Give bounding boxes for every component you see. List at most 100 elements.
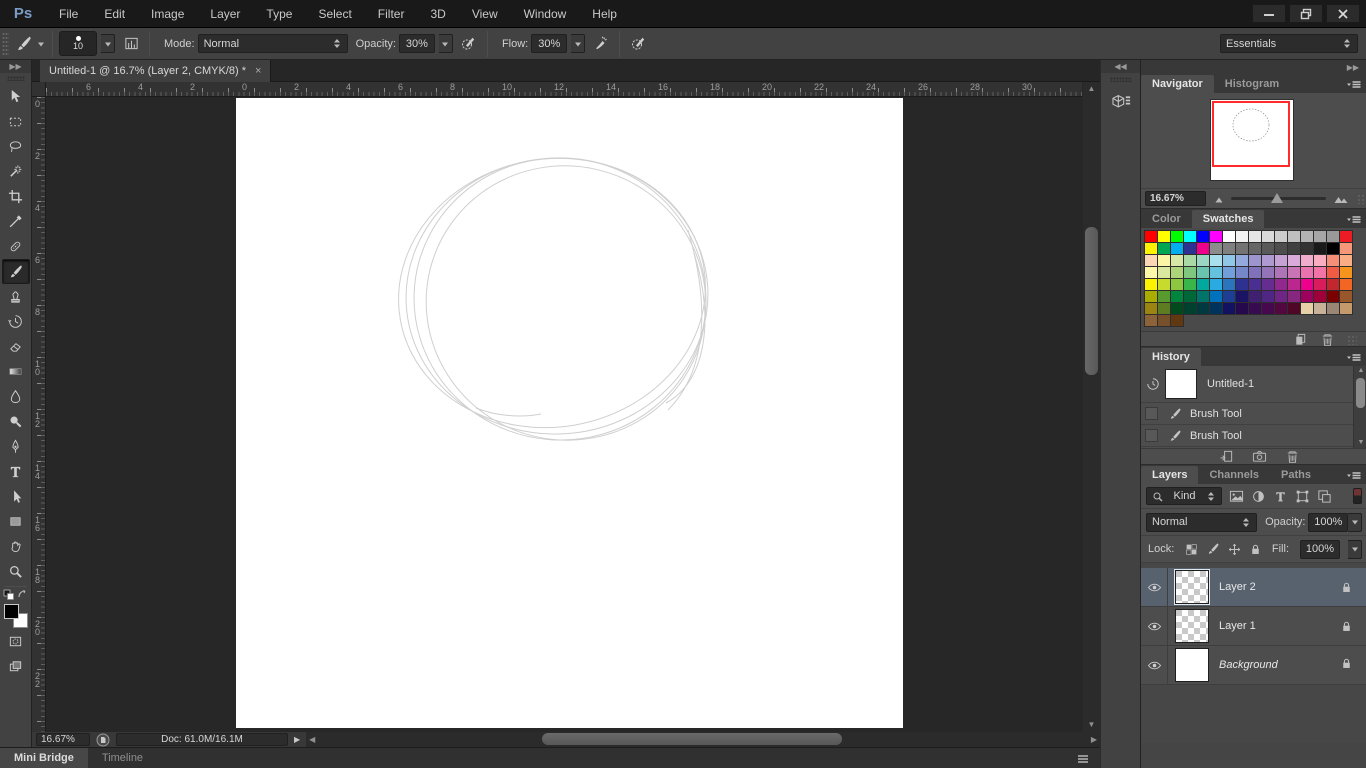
vertical-scroll-thumb[interactable]: [1085, 227, 1098, 375]
new-swatch-icon[interactable]: [1293, 332, 1308, 347]
foreground-background-colors[interactable]: [3, 603, 29, 629]
swatch[interactable]: [1262, 291, 1274, 302]
history-scroll-thumb[interactable]: [1356, 378, 1365, 408]
navigator-proxy-view[interactable]: [1212, 101, 1290, 167]
pressure-size-icon[interactable]: [626, 33, 650, 55]
history-step[interactable]: Brush Tool: [1141, 425, 1366, 447]
swatch[interactable]: [1171, 303, 1183, 314]
history-brush-tool[interactable]: [2, 309, 30, 334]
tab-close-icon[interactable]: ×: [255, 65, 261, 77]
swatch[interactable]: [1340, 279, 1352, 290]
swatch[interactable]: [1184, 279, 1196, 290]
layer-opacity-arrow[interactable]: [1348, 512, 1362, 532]
tab-timeline[interactable]: Timeline: [88, 748, 157, 768]
swatch[interactable]: [1327, 279, 1339, 290]
filter-type-layers-icon[interactable]: [1273, 489, 1288, 504]
magic-wand-tool[interactable]: [2, 159, 30, 184]
swatch[interactable]: [1171, 231, 1183, 242]
airbrush-icon[interactable]: [589, 33, 613, 55]
minimize-button[interactable]: [1252, 4, 1286, 23]
layer-fill-field[interactable]: 100%: [1300, 539, 1340, 559]
brush-tool[interactable]: [1, 259, 30, 284]
layer-thumbnail[interactable]: [1174, 569, 1210, 605]
horizontal-scrollbar[interactable]: ◀ ▶: [306, 732, 1100, 747]
swatch[interactable]: [1275, 243, 1287, 254]
swatch[interactable]: [1262, 255, 1274, 266]
swatch[interactable]: [1223, 255, 1235, 266]
swatch[interactable]: [1184, 243, 1196, 254]
scroll-right-arrow[interactable]: ▶: [1088, 732, 1100, 747]
panel-menu-icon[interactable]: [1347, 214, 1362, 225]
swatch[interactable]: [1275, 255, 1287, 266]
menu-item[interactable]: Filter: [365, 0, 418, 28]
tab-layers[interactable]: Layers: [1141, 466, 1199, 484]
swatch[interactable]: [1327, 267, 1339, 278]
swatch[interactable]: [1262, 243, 1274, 254]
swatch[interactable]: [1262, 231, 1274, 242]
swatch[interactable]: [1158, 231, 1170, 242]
flow-arrow[interactable]: [571, 34, 586, 53]
rectangular-marquee-tool[interactable]: [2, 109, 30, 134]
swatch[interactable]: [1145, 303, 1157, 314]
filter-adjustment-layers-icon[interactable]: [1251, 489, 1266, 504]
canvas[interactable]: [236, 98, 903, 728]
menu-item[interactable]: Image: [138, 0, 197, 28]
swatch[interactable]: [1197, 243, 1209, 254]
mode-select[interactable]: Normal: [197, 34, 348, 53]
swatch[interactable]: [1340, 255, 1352, 266]
panel-resize-grip[interactable]: [1357, 193, 1366, 204]
tools-collapse-arrows[interactable]: ▶▶: [0, 60, 31, 73]
quick-mask-button[interactable]: [2, 629, 30, 654]
swatch[interactable]: [1301, 279, 1313, 290]
swatch[interactable]: [1171, 255, 1183, 266]
ruler-corner[interactable]: [32, 82, 46, 97]
horizontal-scroll-thumb[interactable]: [542, 733, 843, 745]
swatch[interactable]: [1301, 291, 1313, 302]
swatch[interactable]: [1236, 303, 1248, 314]
swatch[interactable]: [1210, 243, 1222, 254]
properties-panel-icon[interactable]: [1105, 86, 1137, 116]
swatch[interactable]: [1301, 267, 1313, 278]
layer-fill-arrow[interactable]: [1348, 539, 1362, 559]
swatch[interactable]: [1314, 231, 1326, 242]
spot-healing-brush-tool[interactable]: [2, 234, 30, 259]
swatch[interactable]: [1223, 231, 1235, 242]
swatch[interactable]: [1301, 255, 1313, 266]
swatch[interactable]: [1210, 231, 1222, 242]
layer-opacity-field[interactable]: 100%: [1308, 512, 1349, 532]
swatch[interactable]: [1171, 291, 1183, 302]
tab-histogram[interactable]: Histogram: [1214, 75, 1290, 93]
toggle-brush-panel-icon[interactable]: [119, 33, 143, 55]
dodge-tool[interactable]: [2, 409, 30, 434]
swatch[interactable]: [1184, 255, 1196, 266]
swatch[interactable]: [1197, 291, 1209, 302]
swatch[interactable]: [1288, 267, 1300, 278]
screen-mode-button[interactable]: [2, 654, 30, 679]
swatch[interactable]: [1158, 315, 1170, 326]
pressure-opacity-icon[interactable]: [457, 33, 481, 55]
close-button[interactable]: [1326, 4, 1360, 23]
swatch[interactable]: [1145, 279, 1157, 290]
layer-visibility-toggle[interactable]: [1141, 645, 1168, 685]
history-source-checkbox[interactable]: [1145, 407, 1158, 420]
swatch[interactable]: [1314, 303, 1326, 314]
swatch[interactable]: [1171, 279, 1183, 290]
swatch[interactable]: [1236, 243, 1248, 254]
tab-channels[interactable]: Channels: [1198, 466, 1270, 484]
swatch[interactable]: [1197, 279, 1209, 290]
clone-stamp-tool[interactable]: [2, 284, 30, 309]
menu-item[interactable]: Window: [511, 0, 580, 28]
layer-filter-toggle[interactable]: [1353, 488, 1362, 504]
swatch[interactable]: [1262, 279, 1274, 290]
scroll-down-arrow[interactable]: ▼: [1354, 438, 1366, 448]
tools-grip[interactable]: [6, 76, 25, 81]
tab-history[interactable]: History: [1141, 348, 1201, 366]
restore-button[interactable]: [1289, 4, 1323, 23]
filter-smart-objects-icon[interactable]: [1317, 489, 1332, 504]
swatch[interactable]: [1288, 303, 1300, 314]
swatch[interactable]: [1210, 291, 1222, 302]
foreground-color-chip[interactable]: [3, 604, 19, 619]
navigator-thumbnail[interactable]: [1211, 100, 1293, 180]
swatch[interactable]: [1184, 231, 1196, 242]
history-step[interactable]: Brush Tool: [1141, 403, 1366, 425]
